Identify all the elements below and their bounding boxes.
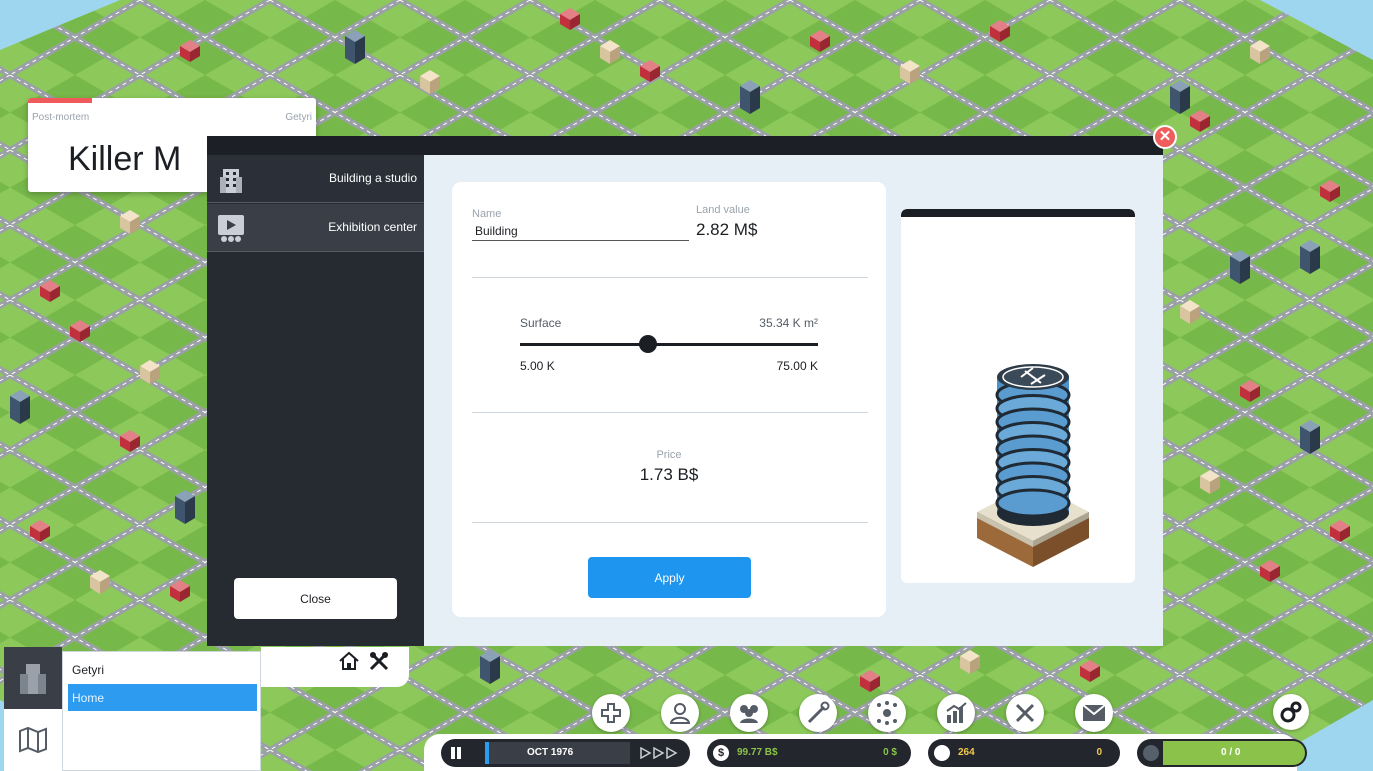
name-input[interactable] <box>472 222 689 241</box>
fans-display: 264 0 <box>928 739 1120 767</box>
bottom-left-tabs <box>4 647 62 771</box>
dollar-icon: $ <box>713 745 729 761</box>
chart-icon <box>946 702 967 723</box>
building-form: Name Land value 2.82 M$ Surface 35.34 K … <box>452 182 886 617</box>
land-value-label: Land value <box>696 204 750 216</box>
person-icon <box>669 703 691 724</box>
name-label: Name <box>472 208 502 220</box>
divider <box>472 412 868 413</box>
divider <box>472 277 868 278</box>
quick-tools <box>261 647 409 687</box>
sidebar-item-exhibition-center[interactable]: Exhibition center <box>207 204 424 252</box>
studio-name: Getyri <box>285 112 312 123</box>
fans-delta: 0 <box>1096 747 1102 758</box>
research-display: 0 / 0 <box>1137 739 1307 767</box>
list-item[interactable]: Home <box>68 684 257 711</box>
map-icon <box>19 726 47 754</box>
surface-value: 35.34 K m² <box>759 316 818 330</box>
network-icon <box>877 701 897 725</box>
tab-buildings[interactable] <box>4 647 62 709</box>
date-progress <box>485 742 489 764</box>
research-value: 0 / 0 <box>1221 747 1241 758</box>
game-title: Killer M <box>68 140 182 178</box>
post-mortem-label: Post-mortem <box>32 112 90 123</box>
maintenance-button[interactable] <box>799 694 837 732</box>
price-value: 1.73 B$ <box>639 465 699 484</box>
staff-button[interactable] <box>661 694 699 732</box>
tools-icon[interactable] <box>367 649 391 673</box>
modal-top-bar <box>207 136 1163 155</box>
statistics-button[interactable] <box>937 694 975 732</box>
sidebar-item-label: Building a studio <box>328 171 417 185</box>
date-control: OCT 1976 <box>441 739 690 767</box>
network-button[interactable] <box>868 694 906 732</box>
exhibition-icon <box>218 215 244 242</box>
slider-knob[interactable] <box>639 335 658 353</box>
building-icon <box>220 169 242 193</box>
settings-button[interactable] <box>1273 694 1309 730</box>
gear-icon <box>1280 701 1302 723</box>
price-label: Price <box>656 449 682 461</box>
surface-slider[interactable] <box>520 335 818 353</box>
fast-forward-icon[interactable] <box>639 747 681 759</box>
close-icon[interactable]: ✕ <box>1153 125 1177 149</box>
sidebar-item-label: Exhibition center <box>328 220 417 234</box>
tools-button[interactable] <box>1006 694 1044 732</box>
tab-map[interactable] <box>4 709 62 771</box>
apply-button[interactable]: Apply <box>588 557 751 598</box>
tools-cross-icon <box>1015 703 1035 723</box>
money-delta: 0 $ <box>883 747 897 758</box>
list-item[interactable]: Getyri <box>68 656 257 683</box>
fans-icon <box>934 745 950 761</box>
pause-icon[interactable] <box>449 746 463 760</box>
building-preview <box>901 209 1135 583</box>
wrench-icon <box>807 701 830 724</box>
building-icon <box>20 664 46 694</box>
sidebar-item-building-studio[interactable]: Building a studio <box>207 155 424 203</box>
research-icon <box>1143 745 1159 761</box>
add-button[interactable] <box>592 694 630 732</box>
date-text: OCT 1976 <box>527 747 574 758</box>
divider <box>472 522 868 523</box>
surface-label: Surface <box>520 316 562 330</box>
modal-content: Name Land value 2.82 M$ Surface 35.34 K … <box>424 155 1163 646</box>
money-display: $ 99.77 B$ 0 $ <box>707 739 911 767</box>
add-icon <box>601 703 621 723</box>
surface-min: 5.00 K <box>520 359 555 373</box>
location-list: Getyri Home <box>62 651 261 771</box>
surface-max: 75.00 K <box>776 359 818 373</box>
mail-button[interactable] <box>1075 694 1113 732</box>
progress-bar <box>28 98 92 103</box>
money-value: 99.77 B$ <box>737 747 778 758</box>
preview-header-bar <box>901 209 1135 217</box>
modal-sidebar: Building a studio Exhibition center Clos… <box>207 155 424 646</box>
fans-value: 264 <box>958 747 975 758</box>
home-icon[interactable] <box>337 649 361 673</box>
land-value: 2.82 M$ <box>696 220 758 239</box>
mail-icon <box>1082 704 1106 721</box>
team-icon <box>740 705 758 723</box>
building-modal: Building a studio Exhibition center Clos… <box>207 136 1163 646</box>
teams-button[interactable] <box>730 694 768 732</box>
skyscraper-helipad-icon <box>977 364 1089 567</box>
close-button[interactable]: Close <box>234 578 397 619</box>
